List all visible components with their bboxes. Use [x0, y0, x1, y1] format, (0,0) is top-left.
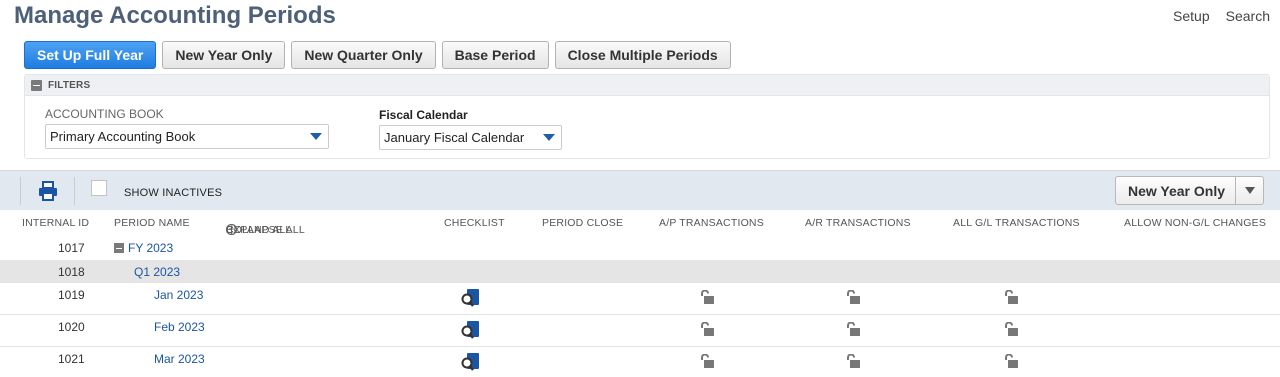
col-all-gl-transactions: ALL G/L TRANSACTIONS — [953, 217, 1080, 229]
filters-title: FILTERS — [48, 79, 91, 91]
action-buttons: Set Up Full Year New Year Only New Quart… — [24, 41, 731, 69]
checklist-search-icon[interactable] — [460, 320, 482, 340]
checklist-search-icon[interactable] — [460, 352, 482, 372]
fiscal-calendar-filter: Fiscal Calendar January Fiscal Calendar — [379, 108, 562, 150]
row-internal-id: 1018 — [58, 265, 85, 279]
unlocked-icon[interactable] — [846, 322, 860, 336]
col-allow-non-gl-changes: ALLOW NON-G/L CHANGES — [1124, 217, 1267, 229]
collapse-icon[interactable] — [114, 243, 124, 253]
top-links: Setup Search — [1173, 8, 1270, 24]
unlocked-icon[interactable] — [700, 322, 714, 336]
dropdown-arrow-icon — [310, 133, 322, 140]
list-toolbar: SHOW INACTIVES New Year Only — [0, 170, 1280, 210]
row-internal-id: 1017 — [58, 241, 85, 255]
row-internal-id: 1021 — [58, 352, 85, 366]
setup-link[interactable]: Setup — [1173, 8, 1210, 24]
search-link[interactable]: Search — [1226, 8, 1270, 24]
period-name-text[interactable]: FY 2023 — [128, 241, 173, 255]
col-internal-id: INTERNAL ID — [22, 217, 90, 229]
accounting-book-filter: ACCOUNTING BOOK Primary Accounting Book — [45, 107, 329, 149]
row-internal-id: 1019 — [58, 288, 85, 302]
show-inactives-label: SHOW INACTIVES — [124, 187, 223, 199]
new-year-only-label[interactable]: New Year Only — [1116, 183, 1235, 199]
row-period-name[interactable]: Mar 2023 — [154, 352, 205, 366]
accounting-book-value: Primary Accounting Book — [50, 129, 196, 144]
col-period-name: PERIOD NAME — [114, 217, 190, 229]
fiscal-calendar-value: January Fiscal Calendar — [384, 130, 525, 145]
fiscal-calendar-select[interactable]: January Fiscal Calendar — [379, 125, 562, 150]
table-row: 1020 Feb 2023 — [0, 315, 1280, 347]
unlocked-icon[interactable] — [1004, 290, 1018, 304]
row-period-name[interactable]: Feb 2023 — [154, 320, 205, 334]
show-inactives-checkbox[interactable] — [91, 180, 107, 196]
collapse-all-link[interactable]: COLLAPSE ALL — [226, 224, 305, 236]
table-row: 1021 Mar 2023 — [0, 347, 1280, 377]
new-year-only-button[interactable]: New Year Only — [162, 41, 286, 69]
row-internal-id: 1020 — [58, 320, 85, 334]
new-year-only-split-button[interactable]: New Year Only — [1115, 176, 1264, 205]
close-multiple-periods-button[interactable]: Close Multiple Periods — [554, 41, 731, 69]
table-row: 1019 Jan 2023 — [0, 283, 1280, 315]
row-period-name[interactable]: Q1 2023 — [134, 265, 180, 279]
print-icon[interactable] — [38, 181, 58, 201]
col-ap-transactions: A/P TRANSACTIONS — [659, 217, 764, 229]
toolbar-divider — [74, 177, 75, 205]
column-headers: INTERNAL ID PERIOD NAME + EXPAND ALL | − COL… — [0, 210, 1280, 236]
checklist-search-icon[interactable] — [460, 288, 482, 308]
col-checklist: CHECKLIST — [444, 217, 505, 229]
set-up-full-year-button[interactable]: Set Up Full Year — [24, 41, 157, 69]
unlocked-icon[interactable] — [700, 290, 714, 304]
filters-header[interactable]: FILTERS — [25, 75, 1269, 96]
filters-panel: FILTERS ACCOUNTING BOOK Primary Accounti… — [24, 74, 1270, 159]
unlocked-icon[interactable] — [1004, 322, 1018, 336]
split-button-dropdown[interactable] — [1235, 177, 1263, 204]
chevron-down-icon — [1244, 187, 1255, 194]
base-period-button[interactable]: Base Period — [441, 41, 549, 69]
row-period-name[interactable]: FY 2023 — [114, 241, 173, 255]
page-title: Manage Accounting Periods — [14, 2, 336, 29]
dropdown-arrow-icon — [543, 134, 555, 141]
table-row: 1018 Q1 2023 — [0, 260, 1280, 283]
col-ar-transactions: A/R TRANSACTIONS — [805, 217, 911, 229]
table-row: 1017 FY 2023 — [0, 236, 1280, 260]
new-quarter-only-button[interactable]: New Quarter Only — [291, 41, 436, 69]
fiscal-calendar-label: Fiscal Calendar — [379, 108, 468, 122]
col-period-close: PERIOD CLOSE — [542, 217, 624, 229]
unlocked-icon[interactable] — [1004, 354, 1018, 368]
collapse-icon[interactable] — [31, 79, 42, 91]
toolbar-divider — [20, 177, 21, 205]
accounting-book-select[interactable]: Primary Accounting Book — [45, 124, 329, 149]
unlocked-icon[interactable] — [846, 354, 860, 368]
unlocked-icon[interactable] — [846, 290, 860, 304]
accounting-book-label: ACCOUNTING BOOK — [45, 107, 164, 121]
unlocked-icon[interactable] — [700, 354, 714, 368]
row-period-name[interactable]: Jan 2023 — [154, 288, 203, 302]
